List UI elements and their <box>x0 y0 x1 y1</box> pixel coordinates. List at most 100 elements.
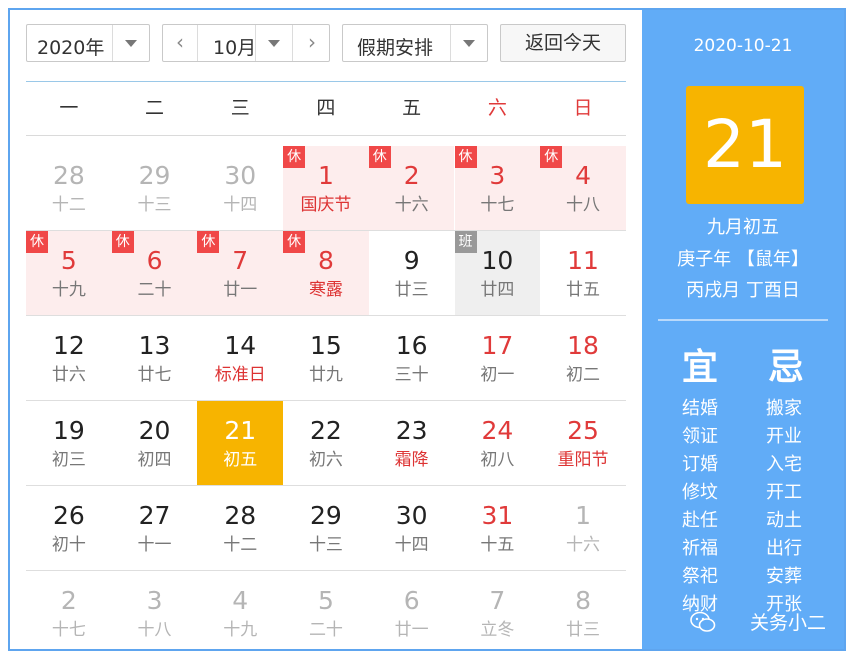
day-cell[interactable]: 28 十二 <box>197 486 283 570</box>
day-cell[interactable]: 28 十二 <box>26 146 112 230</box>
day-number: 5 <box>317 586 334 615</box>
day-cell[interactable]: 5 二十 <box>283 571 369 655</box>
ji-item: 搬家 <box>766 398 802 419</box>
day-number: 29 <box>310 501 342 530</box>
ji-item: 开业 <box>766 426 802 447</box>
day-number: 3 <box>489 161 506 190</box>
day-cell[interactable]: 8 廿三 <box>540 571 626 655</box>
weekday-label: 四 <box>316 97 336 119</box>
next-month-button[interactable]: › <box>295 25 329 61</box>
day-number: 10 <box>481 246 514 275</box>
day-cell[interactable]: 13 廿七 <box>112 316 198 400</box>
lunar-label: 廿一 <box>223 280 258 300</box>
lunar-label: 寒露 <box>308 280 343 300</box>
lunar-label: 初十 <box>51 535 86 555</box>
back-to-today-button[interactable]: 返回今天 <box>500 24 626 62</box>
day-cell[interactable]: 班 10 廿四 <box>454 231 541 315</box>
month-select[interactable]: ‹ 10月 › <box>162 24 330 62</box>
lunar-label: 标准日 <box>214 365 266 385</box>
day-cell[interactable]: 26 初十 <box>26 486 112 570</box>
day-cell[interactable]: 休 5 十九 <box>26 231 112 315</box>
holiday-select[interactable]: 假期安排 <box>342 24 488 62</box>
day-number: 5 <box>60 246 77 275</box>
day-cell[interactable]: 16 三十 <box>369 316 455 400</box>
day-cell[interactable]: 休 2 十六 <box>368 146 455 230</box>
day-cell[interactable]: 休 3 十七 <box>454 146 541 230</box>
day-number: 9 <box>403 246 420 275</box>
day-cell[interactable]: 6 廿一 <box>369 571 455 655</box>
watermark-text: 关务小二 <box>749 612 826 634</box>
lunar-label: 十九 <box>51 280 86 300</box>
day-cell[interactable]: 19 初三 <box>26 401 112 485</box>
chevron-down-icon[interactable] <box>112 25 149 61</box>
day-number: 17 <box>481 331 514 360</box>
weekday-label: 二 <box>145 97 165 119</box>
day-cell[interactable]: 21 初五 <box>197 401 284 485</box>
lunar-label: 二十 <box>137 280 172 300</box>
lunar-label: 廿三 <box>394 280 429 300</box>
day-number: 1 <box>575 501 591 530</box>
day-cell[interactable]: 休 6 二十 <box>111 231 198 315</box>
lunar-label: 国庆节 <box>300 195 352 215</box>
ji-item: 入宅 <box>766 454 802 475</box>
day-cell[interactable]: 22 初六 <box>283 401 369 485</box>
day-cell[interactable]: 4 十九 <box>197 571 283 655</box>
lunar-label: 初三 <box>51 450 86 470</box>
weekday-label: 一 <box>59 97 79 119</box>
day-cell[interactable]: 7 立冬 <box>455 571 541 655</box>
day-number: 21 <box>224 416 257 445</box>
lunar-label: 重阳节 <box>557 450 609 470</box>
ji-item: 开工 <box>766 482 802 503</box>
day-cell[interactable]: 休 7 廿一 <box>197 231 284 315</box>
day-cell[interactable]: 休 4 十八 <box>540 146 626 230</box>
day-number: 1 <box>317 161 334 190</box>
ji-list: 搬家 开业 入宅 开工 动土 出行 安葬 开张 <box>766 395 826 619</box>
ganzhi-day: 丙戌月 丁酉日 <box>686 280 800 301</box>
day-cell[interactable]: 31 十五 <box>455 486 541 570</box>
day-cell[interactable]: 12 廿六 <box>26 316 112 400</box>
yi-list: 结婚 领证 订婚 修坟 赴任 祈福 祭祀 纳财 <box>682 395 742 619</box>
weekday-label: 三 <box>230 97 250 119</box>
day-cell[interactable]: 9 廿三 <box>369 231 455 315</box>
day-cell[interactable]: 14 标准日 <box>197 316 283 400</box>
day-cell[interactable]: 11 廿五 <box>540 231 626 315</box>
ganzhi-year: 庚子年 【鼠年】 <box>677 249 809 270</box>
day-cell[interactable]: 29 十三 <box>112 146 198 230</box>
chevron-down-icon[interactable] <box>450 25 487 61</box>
day-cell[interactable]: 2 十七 <box>26 571 112 655</box>
day-cell[interactable]: 27 十一 <box>112 486 198 570</box>
day-cell[interactable]: 3 十八 <box>112 571 198 655</box>
day-cell[interactable]: 24 初八 <box>455 401 541 485</box>
day-number: 11 <box>567 246 599 275</box>
week-row: 19 初三 20 初四 21 初五 22 初六 23 霜降 24 初八 25 重阳节 <box>26 401 626 486</box>
year-select[interactable]: 2020年 <box>26 24 150 62</box>
day-number: 14 <box>224 331 257 360</box>
day-cell[interactable]: 1 十六 <box>540 486 626 570</box>
yi-item: 领证 <box>682 426 718 447</box>
yi-item: 祈福 <box>682 538 718 559</box>
day-cell[interactable]: 25 重阳节 <box>540 401 626 485</box>
week-row: 休 5 十九休 6 二十休 7 廿一休 8 寒露 9 廿三班 10 廿四 11 廿五 <box>26 231 626 316</box>
day-number: 2 <box>60 586 77 615</box>
lunar-label: 初六 <box>308 450 343 470</box>
day-number: 6 <box>146 246 163 275</box>
day-cell[interactable]: 休 8 寒露 <box>283 231 369 315</box>
day-cell[interactable]: 17 初一 <box>455 316 541 400</box>
calendar-widget: 2020年 ‹ 10月 › 假期安排 返回今天 一二三四五六日 28 十二 29 十三… <box>8 8 846 651</box>
ji-item: 动土 <box>766 510 802 531</box>
day-cell[interactable]: 29 十三 <box>283 486 369 570</box>
day-cell[interactable]: 18 初二 <box>540 316 626 400</box>
day-cell[interactable]: 23 霜降 <box>369 401 455 485</box>
day-cell[interactable]: 20 初四 <box>112 401 198 485</box>
day-number: 7 <box>489 586 506 615</box>
ji-title: 忌 <box>768 347 805 388</box>
prev-month-button[interactable]: ‹ <box>163 25 198 61</box>
day-cell[interactable]: 30 十四 <box>197 146 283 230</box>
chevron-down-icon[interactable] <box>255 25 293 61</box>
week-row: 12 廿六 13 廿七 14 标准日 15 廿九 16 三十 17 初一 18 初二 <box>26 316 626 401</box>
day-cell[interactable]: 15 廿九 <box>283 316 369 400</box>
lunar-label: 霜降 <box>394 450 429 470</box>
day-cell[interactable]: 休 1 国庆节 <box>283 146 369 230</box>
day-cell[interactable]: 30 十四 <box>369 486 455 570</box>
wechat-icon <box>690 611 716 632</box>
